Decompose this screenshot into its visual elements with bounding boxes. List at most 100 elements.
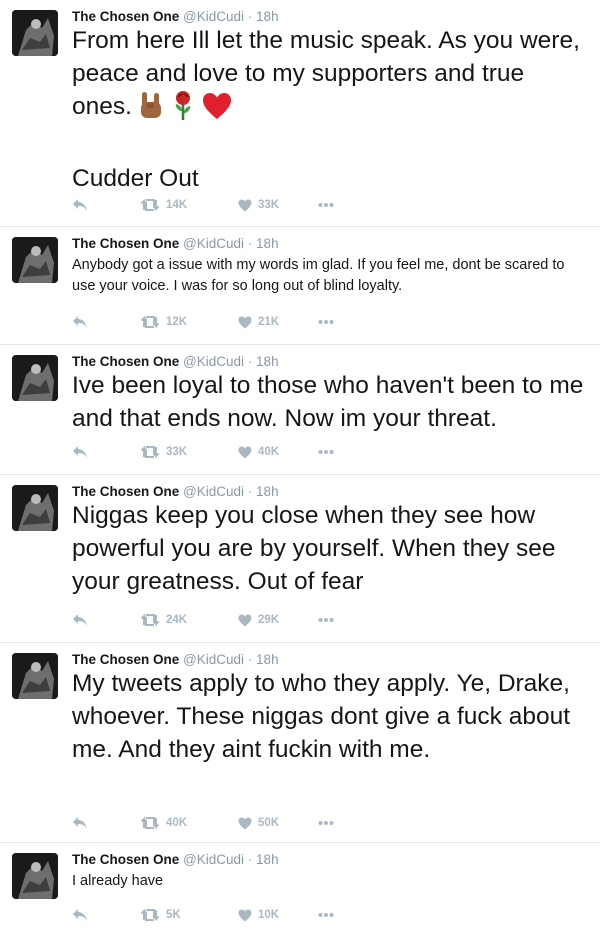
reply-button[interactable] — [72, 814, 88, 832]
user-handle[interactable]: @KidCudi — [183, 9, 244, 24]
display-name[interactable]: The Chosen One — [72, 9, 179, 24]
more-icon — [318, 913, 334, 917]
reply-icon — [73, 614, 87, 626]
like-button[interactable]: 21K — [238, 313, 279, 331]
reply-icon — [73, 909, 87, 921]
retweet-count: 33K — [166, 446, 188, 458]
reply-button[interactable] — [72, 906, 88, 924]
retweet-icon — [140, 445, 160, 459]
reply-button[interactable] — [72, 611, 88, 629]
retweet-count: 24K — [166, 614, 188, 626]
separator: · — [247, 354, 253, 369]
retweet-button[interactable]: 12K — [140, 313, 187, 331]
tweet-text: My tweets apply to who they apply. Ye, D… — [72, 670, 571, 763]
tweet-text: I already have — [72, 873, 164, 889]
more-icon — [318, 821, 334, 825]
like-icon — [238, 199, 252, 211]
reply-icon — [73, 199, 87, 211]
display-name[interactable]: The Chosen One — [72, 652, 179, 667]
retweet-button[interactable]: 33K — [140, 443, 187, 461]
like-button[interactable]: 10K — [238, 906, 279, 924]
retweet-button[interactable]: 40K — [140, 814, 187, 832]
more-icon — [318, 203, 334, 207]
tweet-text: Anybody got a issue with my words im gla… — [72, 257, 565, 294]
like-icon — [238, 909, 252, 921]
tweet: The Chosen One @KidCudi · 18h From here … — [0, 0, 600, 227]
retweet-count: 12K — [166, 316, 188, 328]
tweet: The Chosen One @KidCudi · 18h I already … — [0, 843, 600, 933]
like-button[interactable]: 29K — [238, 611, 279, 629]
avatar[interactable] — [12, 653, 58, 699]
user-handle[interactable]: @KidCudi — [183, 236, 244, 251]
timestamp[interactable]: 18h — [256, 236, 279, 251]
reply-icon — [73, 446, 87, 458]
like-button[interactable]: 40K — [238, 443, 279, 461]
timestamp[interactable]: 18h — [256, 9, 279, 24]
like-count: 29K — [258, 614, 280, 626]
avatar[interactable] — [12, 10, 58, 56]
user-handle[interactable]: @KidCudi — [183, 852, 244, 867]
more-icon — [318, 450, 334, 454]
reply-button[interactable] — [72, 313, 88, 331]
reply-button[interactable] — [72, 196, 88, 214]
like-icon — [238, 446, 252, 458]
retweet-icon — [140, 315, 160, 329]
tweet: The Chosen One @KidCudi · 18h Ive been l… — [0, 345, 600, 475]
retweet-icon — [140, 908, 160, 922]
like-icon — [238, 614, 252, 626]
like-icon — [238, 316, 252, 328]
more-button[interactable] — [318, 443, 334, 461]
retweet-button[interactable]: 24K — [140, 611, 187, 629]
avatar[interactable] — [12, 355, 58, 401]
display-name[interactable]: The Chosen One — [72, 484, 179, 499]
user-handle[interactable]: @KidCudi — [183, 354, 244, 369]
user-handle[interactable]: @KidCudi — [183, 652, 244, 667]
more-button[interactable] — [318, 611, 334, 629]
separator: · — [247, 484, 253, 499]
tweet: The Chosen One @KidCudi · 18h Anybody go… — [0, 227, 600, 345]
like-count: 33K — [258, 199, 280, 211]
tweet-text-signoff: Cudder Out — [72, 165, 199, 192]
reply-icon — [73, 817, 87, 829]
retweet-count: 40K — [166, 817, 188, 829]
separator: · — [247, 652, 253, 667]
more-button[interactable] — [318, 196, 334, 214]
avatar[interactable] — [12, 853, 58, 899]
more-icon — [318, 320, 334, 324]
tweet-text: From here Ill let the music speak. As yo… — [72, 24, 586, 195]
reply-button[interactable] — [72, 443, 88, 461]
rose-emoji — [170, 90, 196, 129]
more-button[interactable] — [318, 313, 334, 331]
like-button[interactable]: 50K — [238, 814, 279, 832]
display-name[interactable]: The Chosen One — [72, 354, 179, 369]
reply-icon — [73, 316, 87, 328]
more-icon — [318, 618, 334, 622]
separator: · — [247, 236, 253, 251]
timestamp[interactable]: 18h — [256, 484, 279, 499]
retweet-button[interactable]: 5K — [140, 906, 181, 924]
more-button[interactable] — [318, 814, 334, 832]
tweet-header: The Chosen One @KidCudi · 18h — [72, 235, 279, 253]
more-button[interactable] — [318, 906, 334, 924]
retweet-icon — [140, 613, 160, 627]
like-count: 50K — [258, 817, 280, 829]
tweet-header: The Chosen One @KidCudi · 18h — [72, 851, 279, 869]
like-button[interactable]: 33K — [238, 196, 279, 214]
timestamp[interactable]: 18h — [256, 354, 279, 369]
separator: · — [247, 852, 253, 867]
tweet: The Chosen One @KidCudi · 18h Niggas kee… — [0, 475, 600, 643]
avatar[interactable] — [12, 237, 58, 283]
tweet: The Chosen One @KidCudi · 18h My tweets … — [0, 643, 600, 843]
like-icon — [238, 817, 252, 829]
display-name[interactable]: The Chosen One — [72, 852, 179, 867]
timestamp[interactable]: 18h — [256, 852, 279, 867]
retweet-button[interactable]: 14K — [140, 196, 187, 214]
user-handle[interactable]: @KidCudi — [183, 484, 244, 499]
separator: · — [247, 9, 253, 24]
tweet-text: Niggas keep you close when they see how … — [72, 502, 556, 595]
display-name[interactable]: The Chosen One — [72, 236, 179, 251]
avatar[interactable] — [12, 485, 58, 531]
like-count: 21K — [258, 316, 280, 328]
timestamp[interactable]: 18h — [256, 652, 279, 667]
tweet-text: Ive been loyal to those who haven't been… — [72, 372, 584, 432]
